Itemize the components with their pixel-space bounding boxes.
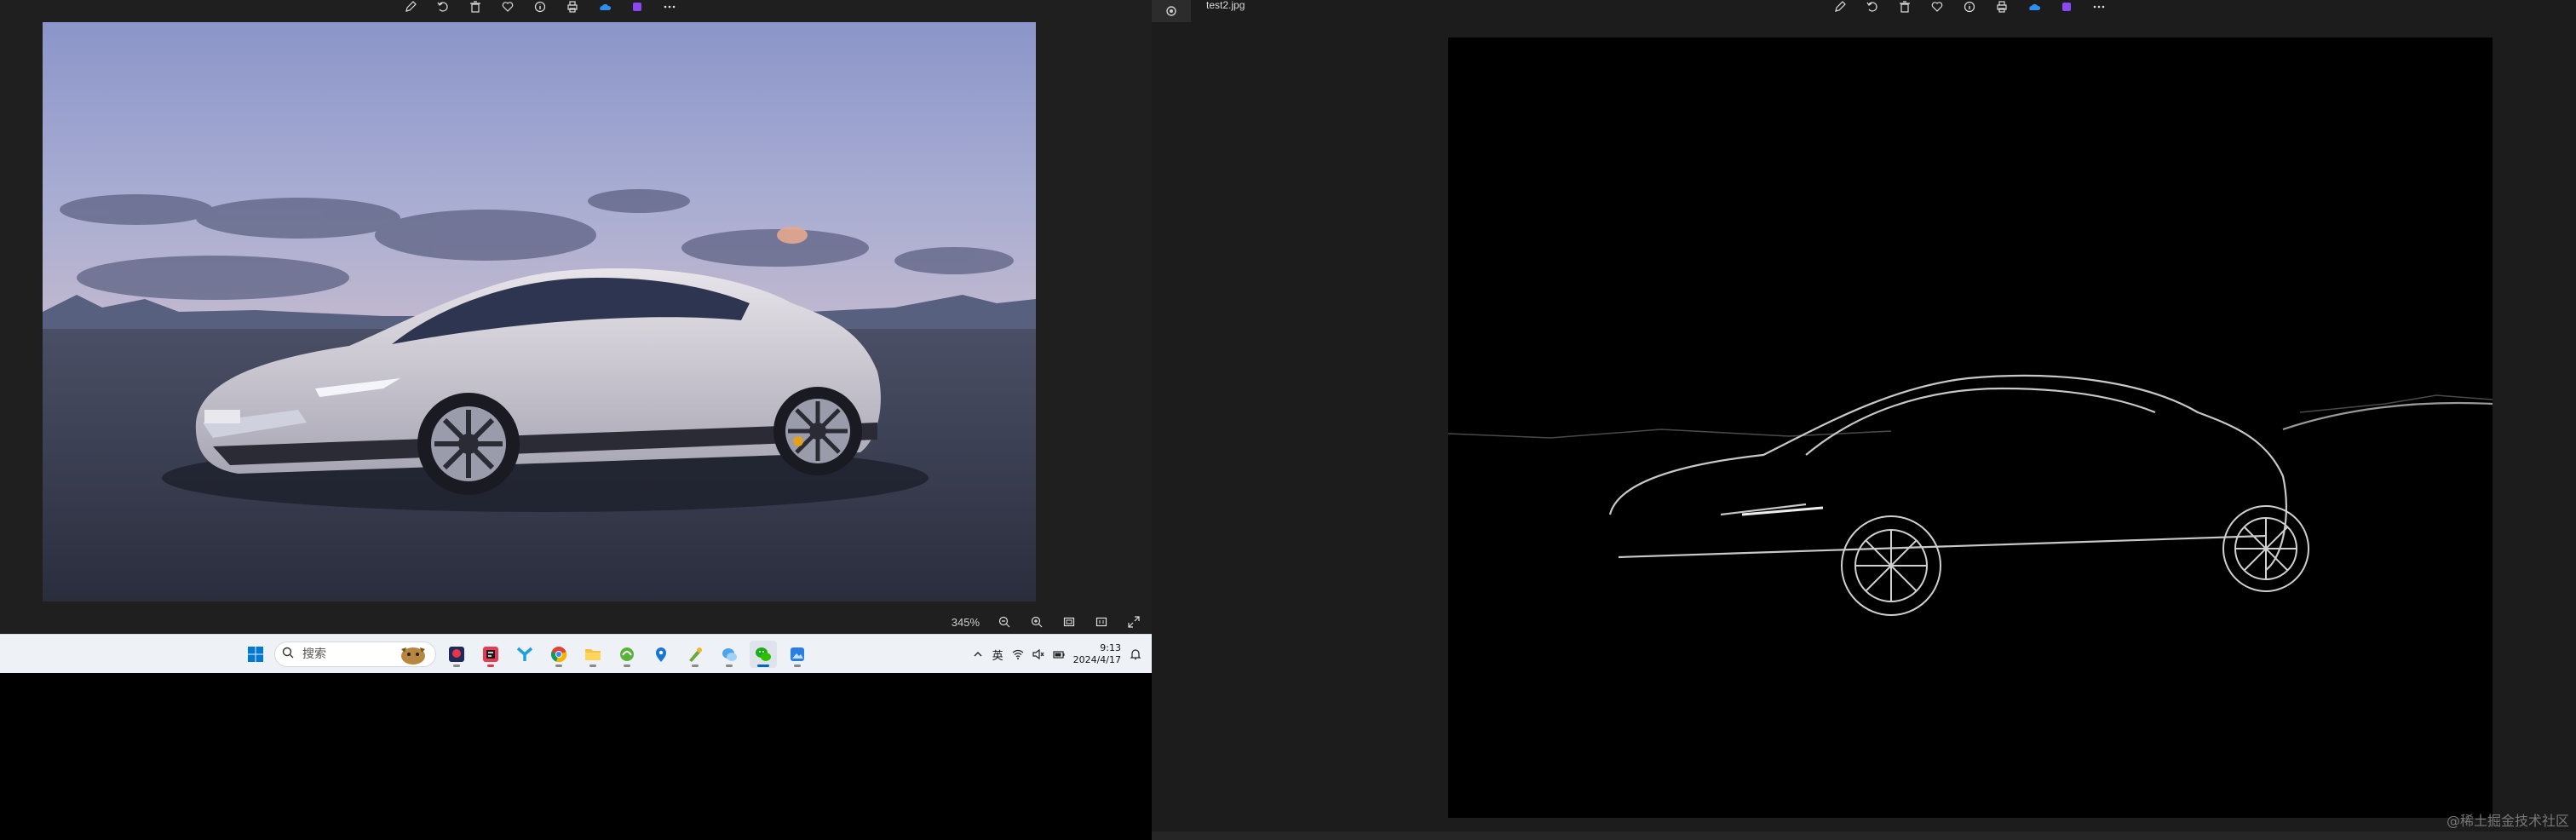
clipchamp-icon[interactable] xyxy=(2058,1,2075,13)
edge-detection-image xyxy=(1448,37,2493,818)
chevron-up-icon[interactable] xyxy=(972,648,984,660)
edit-icon[interactable] xyxy=(1831,1,1849,13)
photos-icon[interactable] xyxy=(784,641,811,668)
more-icon[interactable] xyxy=(661,1,678,13)
clipchamp-icon[interactable] xyxy=(629,1,646,13)
delete-icon[interactable] xyxy=(467,1,484,13)
notification-bell-icon[interactable] xyxy=(1130,648,1141,660)
app-icon-1[interactable] xyxy=(443,641,470,668)
maps-icon[interactable] xyxy=(647,641,675,668)
edit-icon[interactable] xyxy=(402,1,419,13)
app-icon-4[interactable] xyxy=(613,641,641,668)
onedrive-icon[interactable] xyxy=(2026,1,2043,13)
zoom-level[interactable]: 345% xyxy=(952,616,980,629)
print-icon[interactable] xyxy=(1993,1,2010,13)
more-icon[interactable] xyxy=(2090,1,2107,13)
windows-taskbar: 英 9:13 2024/4/17 xyxy=(0,634,1152,673)
zoom-in-icon[interactable] xyxy=(1029,614,1044,630)
app-icon-6[interactable] xyxy=(716,641,743,668)
right-bottom-bar xyxy=(1152,831,2576,840)
clock-time: 9:13 xyxy=(1100,642,1121,653)
info-icon[interactable] xyxy=(1961,1,1978,13)
chrome-icon[interactable] xyxy=(545,641,572,668)
search-highlight-icon xyxy=(394,644,432,666)
clock-date: 2024/4/17 xyxy=(1072,654,1121,665)
left-toolbar xyxy=(402,0,678,14)
app-logo-icon[interactable] xyxy=(1152,0,1191,22)
right-toolbar xyxy=(1831,0,2107,14)
heart-icon[interactable] xyxy=(1929,1,1946,13)
onedrive-icon[interactable] xyxy=(596,1,613,13)
wifi-icon[interactable] xyxy=(1012,648,1024,660)
heart-icon[interactable] xyxy=(499,1,516,13)
delete-icon[interactable] xyxy=(1896,1,1913,13)
app-icon-5[interactable] xyxy=(681,641,709,668)
left-photos-window: 345% 搜索 英 9:13 2024/4/17 xyxy=(0,0,1152,840)
taskbar-search[interactable] xyxy=(274,642,436,667)
wechat-icon[interactable] xyxy=(750,641,777,668)
right-photos-window: test2.jpg @稀土掘金技术社区 xyxy=(1152,0,2576,840)
battery-icon[interactable] xyxy=(1052,648,1065,660)
rotate-icon[interactable] xyxy=(1864,1,1881,13)
info-icon[interactable] xyxy=(532,1,549,13)
actual-size-icon[interactable] xyxy=(1094,614,1109,630)
windows-start-icon[interactable] xyxy=(244,642,267,666)
car-photo xyxy=(43,22,1036,601)
fullscreen-icon[interactable] xyxy=(1126,614,1141,630)
file-explorer-icon[interactable] xyxy=(579,641,607,668)
system-tray: 英 9:13 2024/4/17 xyxy=(972,640,1141,669)
app-icon-3[interactable] xyxy=(511,641,538,668)
viewer-status-bar: 345% xyxy=(0,610,1152,634)
fit-to-window-icon[interactable] xyxy=(1061,614,1077,630)
clock[interactable]: 9:13 2024/4/17 xyxy=(1073,642,1121,666)
ime-indicator[interactable]: 英 xyxy=(992,647,1003,663)
volume-muted-icon[interactable] xyxy=(1032,648,1044,660)
taskbar-apps xyxy=(244,641,811,668)
search-icon xyxy=(282,647,294,663)
file-name: test2.jpg xyxy=(1206,0,1245,11)
app-icon-2[interactable] xyxy=(477,641,504,668)
print-icon[interactable] xyxy=(564,1,581,13)
rotate-icon[interactable] xyxy=(434,1,451,13)
watermark-text: @稀土掘金技术社区 xyxy=(2446,813,2569,829)
zoom-out-icon[interactable] xyxy=(997,614,1012,630)
search-input[interactable] xyxy=(301,647,389,662)
